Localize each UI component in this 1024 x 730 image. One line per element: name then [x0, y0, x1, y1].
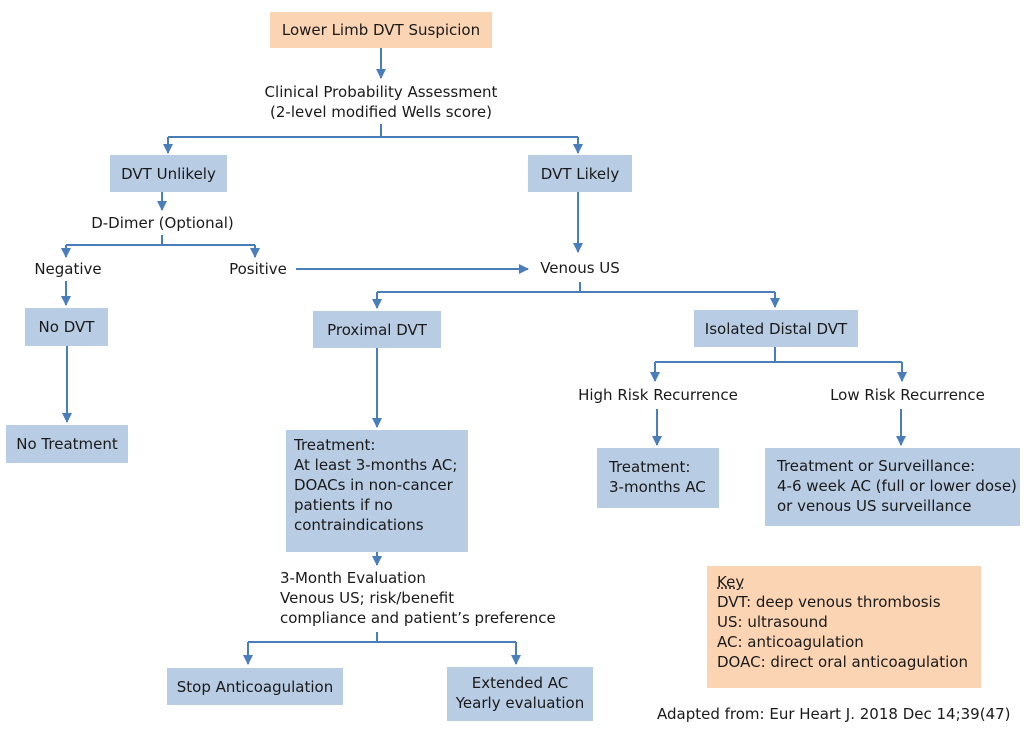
low-risk-treatment-line-1: Treatment or Surveillance:: [777, 457, 976, 475]
source-citation-text: Adapted from: Eur Heart J. 2018 Dec 14;3…: [657, 705, 1011, 723]
high-risk-treatment-line-1: Treatment:: [609, 458, 691, 476]
key-box: Key DVT: deep venous thrombosis US: ultr…: [707, 566, 981, 688]
extended-ac-node: Extended AC Yearly evaluation: [447, 667, 593, 721]
d-dimer-node: D-Dimer (Optional): [80, 213, 245, 233]
venous-us-node: Venous US: [534, 258, 626, 278]
key-entry: US: ultrasound: [717, 613, 828, 631]
no-treatment-label: No Treatment: [16, 435, 118, 453]
evaluation-line-1: 3-Month Evaluation: [280, 569, 426, 587]
proximal-treatment-line-2: At least 3-months AC;: [294, 456, 458, 474]
dvt-likely-label: DVT Likely: [540, 164, 620, 183]
negative-node: Negative: [28, 259, 108, 279]
positive-label: Positive: [229, 260, 287, 278]
proximal-treatment-line-4: patients if no: [294, 496, 393, 514]
assessment-line-2: (2-level modified Wells score): [270, 103, 492, 121]
no-dvt-label: No DVT: [38, 318, 95, 336]
low-risk-treatment-line-3: or venous US surveillance: [777, 497, 972, 515]
dvt-unlikely-label: DVT Unlikely: [121, 164, 216, 183]
key-entry: DOAC: direct oral anticoagulation: [717, 653, 968, 671]
high-risk-node: High Risk Recurrence: [568, 385, 748, 405]
proximal-treatment-line-5: contraindications: [294, 516, 424, 534]
extended-ac-line-2: Yearly evaluation: [455, 694, 585, 712]
d-dimer-label: D-Dimer (Optional): [91, 214, 234, 232]
no-dvt-node: No DVT: [25, 308, 108, 346]
extended-ac-line-1: Extended AC: [471, 674, 569, 692]
proximal-treatment-line-1: Treatment:: [294, 436, 376, 454]
stop-anticoagulation-node: Stop Anticoagulation: [167, 668, 343, 705]
venous-us-label: Venous US: [540, 259, 620, 277]
dvt-likely-node: DVT Likely: [528, 155, 632, 192]
low-risk-node: Low Risk Recurrence: [820, 385, 995, 405]
dvt-unlikely-node: DVT Unlikely: [110, 155, 227, 192]
proximal-treatment-node: Treatment: At least 3-months AC; DOACs i…: [286, 430, 468, 552]
key-entry: AC: anticoagulation: [717, 633, 864, 651]
low-risk-treatment-node: Treatment or Surveillance: 4-6 week AC (…: [765, 448, 1020, 526]
isolated-distal-dvt-node: Isolated Distal DVT: [694, 310, 858, 347]
isolated-distal-dvt-label: Isolated Distal DVT: [704, 319, 848, 338]
high-risk-treatment-line-2: 3-months AC: [609, 478, 706, 496]
start-node-label: Lower Limb DVT Suspicion: [281, 21, 481, 39]
low-risk-label: Low Risk Recurrence: [830, 386, 985, 404]
key-title: Key: [717, 573, 745, 591]
proximal-dvt-node: Proximal DVT: [313, 311, 441, 348]
proximal-treatment-line-3: DOACs in non-cancer: [294, 476, 453, 494]
key-entry: DVT: deep venous thrombosis: [717, 593, 941, 611]
evaluation-line-2: Venous US; risk/benefit: [280, 589, 455, 607]
no-treatment-node: No Treatment: [6, 425, 128, 463]
start-node: Lower Limb DVT Suspicion: [270, 12, 492, 48]
clinical-assessment-node: Clinical Probability Assessment (2-level…: [230, 82, 532, 122]
proximal-dvt-label: Proximal DVT: [327, 320, 427, 339]
source-citation: Adapted from: Eur Heart J. 2018 Dec 14;3…: [657, 704, 1011, 724]
high-risk-treatment-node: Treatment: 3-months AC: [597, 448, 719, 508]
stop-anticoagulation-label: Stop Anticoagulation: [176, 677, 334, 696]
negative-label: Negative: [34, 260, 102, 278]
high-risk-label: High Risk Recurrence: [578, 386, 738, 404]
low-risk-treatment-line-2: 4-6 week AC (full or lower dose): [777, 477, 1017, 495]
evaluation-node: 3-Month Evaluation Venous US; risk/benef…: [280, 568, 560, 628]
positive-node: Positive: [223, 259, 293, 279]
evaluation-line-3: compliance and patient’s preference: [280, 609, 556, 627]
assessment-line-1: Clinical Probability Assessment: [264, 83, 498, 101]
